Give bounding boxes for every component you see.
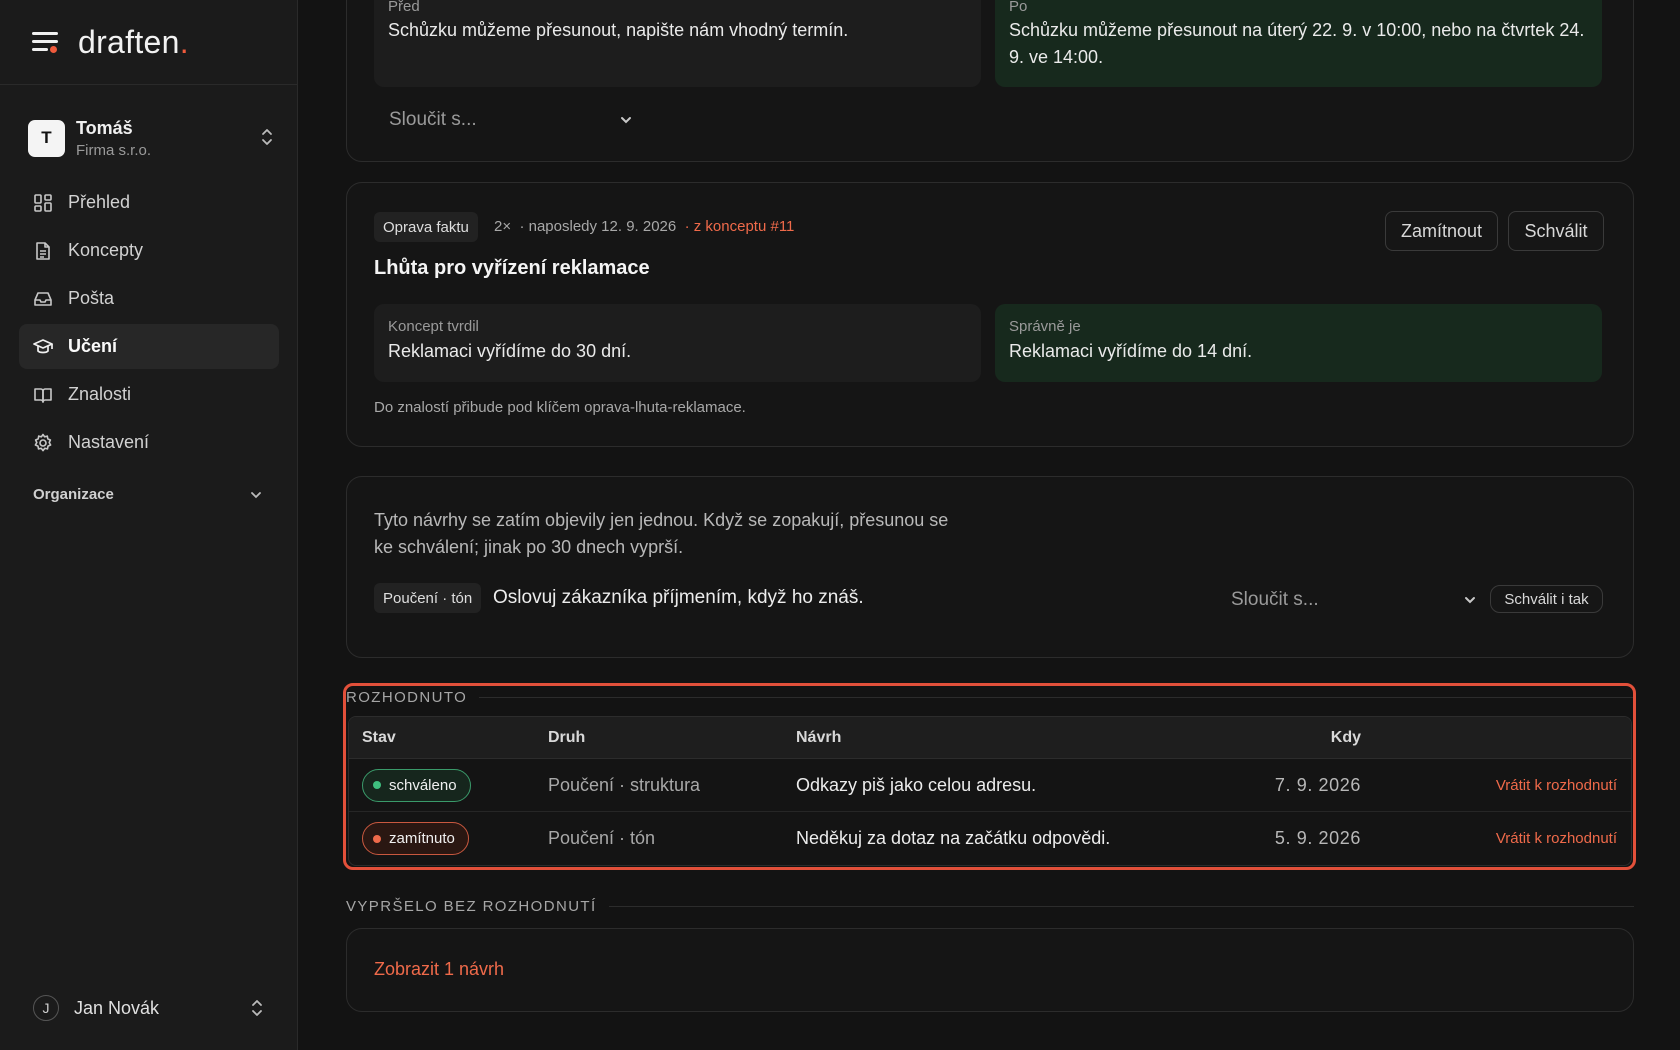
kind-chip: Poučení · tón bbox=[374, 583, 482, 613]
pending-intro-line: Tyto návrhy se zatím objevily jen jednou… bbox=[374, 510, 949, 530]
knowledge-note: Do znalostí přibude pod klíčem oprava-lh… bbox=[374, 399, 746, 416]
user-menu[interactable]: J Jan Novák bbox=[33, 994, 263, 1022]
pending-proposals-card: Tyto návrhy se zatím objevily jen jednou… bbox=[346, 476, 1634, 658]
organization-toggle[interactable]: Organizace bbox=[33, 486, 263, 503]
expired-heading-text: VYPRŠELO BEZ ROZHODNUTÍ bbox=[346, 897, 597, 915]
proposal-meta: 2× · naposledy 12. 9. 2026 · z konceptu … bbox=[494, 218, 794, 235]
nav-item-posta[interactable]: Pošta bbox=[19, 276, 279, 321]
document-icon bbox=[36, 241, 50, 260]
focus-highlight bbox=[343, 683, 1636, 870]
claimed-label: Koncept tvrdil bbox=[388, 318, 479, 335]
source-link[interactable]: · z konceptu #11 bbox=[685, 218, 795, 235]
user-avatar: J bbox=[33, 995, 59, 1021]
account-switcher[interactable]: T Tomáš Firma s.r.o. bbox=[28, 117, 274, 159]
pending-intro: Tyto návrhy se zatím objevily jen jednou… bbox=[374, 507, 948, 561]
nav-item-prehled[interactable]: Přehled bbox=[19, 180, 279, 225]
proposal-card-rewrite: Před Schůzku můžeme přesunout, napište n… bbox=[346, 0, 1634, 162]
nav-item-znalosti[interactable]: Znalosti bbox=[19, 372, 279, 417]
claimed-box: Koncept tvrdil Reklamaci vyřídíme do 30 … bbox=[374, 304, 981, 382]
proposal-title: Lhůta pro vyřízení reklamace bbox=[374, 257, 650, 279]
claimed-text: Reklamaci vyřídíme do 30 dní. bbox=[388, 341, 632, 361]
logo[interactable]: draften. bbox=[78, 24, 189, 61]
user-name: Jan Novák bbox=[74, 997, 160, 1018]
kind-chip: Oprava faktu bbox=[374, 212, 478, 242]
grid-icon bbox=[34, 193, 52, 212]
correct-label: Správně je bbox=[1009, 318, 1081, 335]
last-seen: · naposledy 12. 9. 2026 bbox=[519, 218, 677, 235]
sidebar: draften. T Tomáš Firma s.r.o. Přehled Ko… bbox=[0, 0, 298, 1050]
account-org: Firma s.r.o. bbox=[76, 141, 152, 159]
chevron-down-icon bbox=[621, 117, 631, 124]
chevron-down-icon bbox=[1465, 597, 1475, 604]
chevron-updown-icon bbox=[252, 1000, 262, 1016]
graduation-cap-icon bbox=[33, 338, 53, 353]
reject-button[interactable]: Zamítnout bbox=[1385, 211, 1498, 251]
before-label: Před bbox=[388, 0, 420, 15]
nav-item-koncepty[interactable]: Koncepty bbox=[19, 228, 279, 273]
nav-label: Učení bbox=[68, 336, 118, 356]
nav-label: Přehled bbox=[68, 192, 131, 212]
nav-item-nastaveni[interactable]: Nastavení bbox=[19, 420, 279, 465]
proposal-card-fact-fix: Oprava faktu 2× · naposledy 12. 9. 2026 … bbox=[346, 182, 1634, 447]
nav-label: Nastavení bbox=[68, 432, 150, 452]
after-label: Po bbox=[1009, 0, 1028, 15]
nav-label: Koncepty bbox=[68, 240, 144, 260]
correct-box: Správně je Reklamaci vyřídíme do 14 dní. bbox=[995, 304, 1602, 382]
gear-icon bbox=[34, 433, 52, 451]
nav-label: Pošta bbox=[68, 288, 115, 308]
account-avatar: T bbox=[28, 119, 65, 157]
merge-select[interactable]: Sloučit s... bbox=[389, 107, 633, 133]
main-nav: Přehled Koncepty Pošta Učení Znalosti Na… bbox=[19, 180, 279, 468]
expired-card: Zobrazit 1 návrh bbox=[346, 928, 1634, 1012]
after-text: Schůzku můžeme přesunout na úterý 22. 9.… bbox=[1009, 20, 1585, 67]
nav-label: Znalosti bbox=[68, 384, 132, 404]
approve-anyway-button[interactable]: Schválit i tak bbox=[1490, 585, 1603, 613]
menu-icon[interactable] bbox=[32, 32, 58, 53]
merge-select[interactable]: Sloučit s... bbox=[1231, 587, 1477, 613]
merge-select-value: Sloučit s... bbox=[389, 109, 477, 130]
before-box: Před Schůzku můžeme přesunout, napište n… bbox=[374, 0, 981, 87]
pending-intro-line: ke schválení; jinak po 30 dnech vyprší. bbox=[374, 537, 684, 557]
show-expired-link[interactable]: Zobrazit 1 návrh bbox=[374, 959, 504, 980]
merge-select-value: Sloučit s... bbox=[1231, 589, 1319, 610]
organization-label: Organizace bbox=[33, 486, 114, 503]
proposal-text: Oslovuj zákazníka příjmením, když ho zná… bbox=[493, 587, 864, 608]
occurrence-count: 2× bbox=[494, 218, 512, 235]
nav-item-uceni[interactable]: Učení bbox=[19, 324, 279, 369]
chevron-updown-icon bbox=[262, 129, 272, 145]
account-name: Tomáš bbox=[76, 117, 133, 138]
book-icon bbox=[34, 387, 52, 403]
main-content: Před Schůzku můžeme přesunout, napište n… bbox=[298, 0, 1680, 1050]
chevron-down-icon bbox=[251, 491, 261, 498]
correct-text: Reklamaci vyřídíme do 14 dní. bbox=[1009, 341, 1253, 361]
after-box: Po Schůzku můžeme přesunout na úterý 22.… bbox=[995, 0, 1602, 87]
expired-heading: VYPRŠELO BEZ ROZHODNUTÍ bbox=[346, 896, 1634, 916]
before-text: Schůzku můžeme přesunout, napište nám vh… bbox=[388, 20, 849, 40]
logo-bar: draften. bbox=[0, 0, 297, 85]
inbox-icon bbox=[34, 291, 52, 306]
approve-button[interactable]: Schválit bbox=[1508, 211, 1604, 251]
